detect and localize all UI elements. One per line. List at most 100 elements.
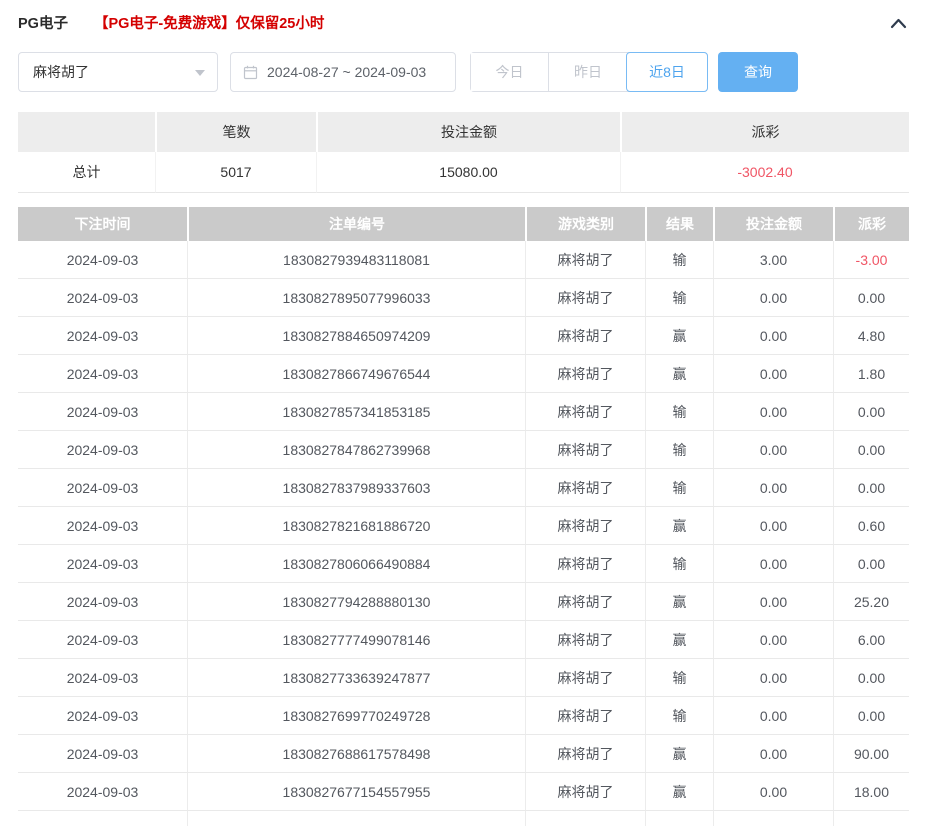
table-cell: 1830827688617578498 [187,735,525,773]
table-cell: 输 [645,469,713,507]
game-select[interactable]: 麻将胡了 [18,52,218,92]
calendar-icon [243,65,258,80]
table-cell: 1830827857341853185 [187,393,525,431]
table-header-cell: 派彩 [833,207,909,241]
table-cell: 2024-09-03 [18,697,187,735]
table-cell: 输 [645,279,713,317]
table-header-row: 下注时间 注单编号 游戏类别 结果 投注金额 派彩 [18,207,909,241]
summary-header-cell: 派彩 [620,112,909,152]
summary-value-cell: 总计 [18,152,155,193]
table-cell: 2024-09-03 [18,735,187,773]
table-row: 2024-09-03 1830827794288880130 麻将胡了赢 0.00 25… [18,583,909,621]
table-cell: 麻将胡了 [525,621,645,659]
table-cell: 1830827895077996033 [187,279,525,317]
table-row: 2024-09-03 1830827939483118081 麻将胡了输 3.00 -3… [18,241,909,279]
table-cell: 麻将胡了 [525,317,645,355]
table-header-cell: 结果 [645,207,713,241]
table-cell: 0.00 [713,773,833,811]
table-cell: 输 [645,545,713,583]
date-range-value: 2024-08-27 ~ 2024-09-03 [267,64,427,80]
table-header-cell: 下注时间 [18,207,187,241]
table-cell: 3.00 [713,241,833,279]
table-row: 2024-09-03 1830827777499078146 麻将胡了赢 0.00 6.… [18,621,909,659]
summary-value-cell: -3002.40 [620,152,909,193]
table-cell: 0.00 [713,507,833,545]
table-cell: 1830827837989337603 [187,469,525,507]
table-cell: 麻将胡了 [525,697,645,735]
table-cell: 2024-09-03 [18,279,187,317]
table-cell: 0.00 [713,735,833,773]
table-cell: 麻将胡了 [525,545,645,583]
table-cell: 0.00 [713,355,833,393]
table-cell: 1830827699770249728 [187,697,525,735]
summary-table: 笔数 投注金额 派彩 总计 5017 15080.00 -3002.40 [18,112,909,193]
table-cell: 2024-09-03 [18,431,187,469]
table-cell: 1830827777499078146 [187,621,525,659]
quick-range-group: 今日 昨日 近8日 [470,52,708,92]
table-cell: 6.00 [833,621,909,659]
table-cell: 90.00 [833,735,909,773]
date-range-input[interactable]: 2024-08-27 ~ 2024-09-03 [230,52,456,92]
table-cell: 0.00 [833,431,909,469]
table-header-cell: 游戏类别 [525,207,645,241]
game-select-value: 麻将胡了 [33,64,89,80]
table-cell: 麻将胡了 [525,279,645,317]
table-cell: 2024-09-03 [18,659,187,697]
table-cell: 0.00 [713,659,833,697]
quick-range-today-button[interactable]: 今日 [471,53,549,91]
table-cell: 1830827677154557955 [187,773,525,811]
query-button[interactable]: 查询 [718,52,798,92]
table-cell: 0.00 [833,545,909,583]
betting-records-panel: PG电子 【PG电子-免费游戏】仅保留25小时 麻将胡了 2024-08-27 … [0,0,927,826]
table-cell: 1830827821681886720 [187,507,525,545]
table-row: 2024-09-03 1830827895077996033 麻将胡了输 0.00 0.… [18,279,909,317]
filter-bar: 麻将胡了 2024-08-27 ~ 2024-09-03 今日 昨日 近8日 查… [18,52,909,92]
table-cell: 2024-09-03 [18,507,187,545]
table-row: 2024-09-03 1830827699770249728 麻将胡了输 0.00 0.… [18,697,909,735]
table-body: 2024-09-03 1830827939483118081 麻将胡了输 3.00 -3… [18,241,909,826]
chevron-up-icon [889,16,908,30]
records-table: 下注时间 注单编号 游戏类别 结果 投注金额 派彩 2024-09-03 183082793… [18,207,909,826]
table-cell: 麻将胡了 [525,469,645,507]
table-cell: 0.00 [833,393,909,431]
table-cell: 麻将胡了 [525,583,645,621]
table-cell: 2024-09-03 [18,355,187,393]
table-row: 2024-09-03 1830827806066490884 麻将胡了输 0.00 0.… [18,545,909,583]
table-cell [833,811,909,826]
table-cell: 2024-09-03 [18,545,187,583]
table-cell: 麻将胡了 [525,773,645,811]
table-cell: 2024-09-03 [18,773,187,811]
table-cell: 0.00 [713,469,833,507]
table-cell [645,811,713,826]
table-row: 2024-09-03 1830827884650974209 麻将胡了赢 0.00 4.… [18,317,909,355]
table-cell: 1830827847862739968 [187,431,525,469]
quick-range-8days-button[interactable]: 近8日 [626,52,708,92]
table-cell: 0.00 [833,279,909,317]
quick-range-yesterday-button[interactable]: 昨日 [549,53,627,91]
table-cell: 麻将胡了 [525,431,645,469]
table-cell: 2024-09-03 [18,469,187,507]
table-cell: 1830827794288880130 [187,583,525,621]
table-cell: 输 [645,241,713,279]
summary-header-cell: 投注金额 [316,112,620,152]
table-cell: 赢 [645,735,713,773]
table-cell: 1830827939483118081 [187,241,525,279]
collapse-panel-button[interactable] [886,12,910,34]
table-cell: 麻将胡了 [525,735,645,773]
table-cell: 输 [645,659,713,697]
table-cell: 2024-09-03 [18,317,187,355]
table-cell: 赢 [645,773,713,811]
table-cell: 1830827866749676544 [187,355,525,393]
table-cell: 4.80 [833,317,909,355]
table-header-cell: 投注金额 [713,207,833,241]
table-cell: 1830827884650974209 [187,317,525,355]
table-cell: 2024-09-03 [18,393,187,431]
table-cell: 麻将胡了 [525,355,645,393]
table-row [18,811,909,826]
table-cell: 0.00 [713,583,833,621]
table-row: 2024-09-03 1830827688617578498 麻将胡了赢 0.00 90… [18,735,909,773]
table-cell: 0.00 [833,659,909,697]
table-cell [525,811,645,826]
table-cell: 1.80 [833,355,909,393]
table-row: 2024-09-03 1830827677154557955 麻将胡了赢 0.00 18… [18,773,909,811]
